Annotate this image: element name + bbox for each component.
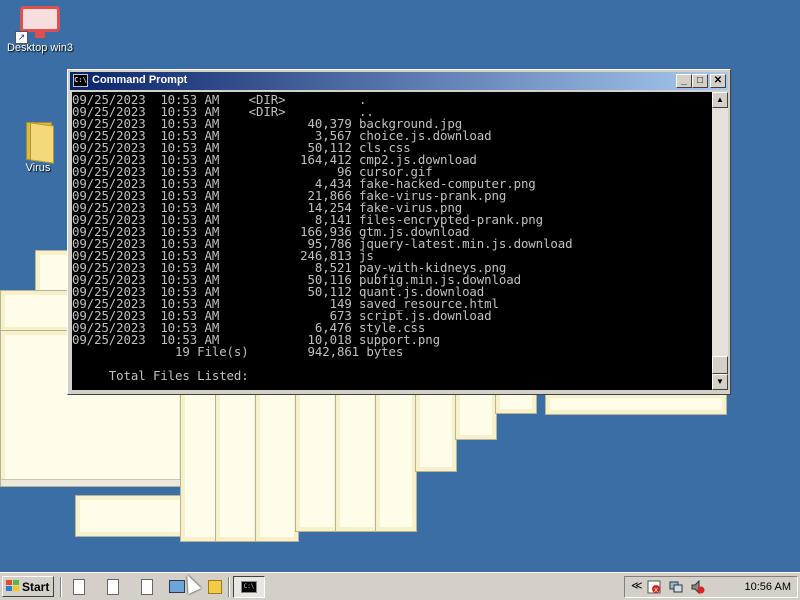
console-line: Total Files Listed: xyxy=(108,368,249,383)
popup-window[interactable] xyxy=(375,390,417,532)
scroll-down-button[interactable]: ▼ xyxy=(712,374,728,390)
vertical-scrollbar[interactable]: ▲ ▼ xyxy=(712,92,728,390)
start-label: Start xyxy=(22,580,50,594)
tray-expand-icon[interactable]: ≪ xyxy=(631,579,643,592)
svg-text:x: x xyxy=(654,586,658,594)
console-icon: C:\ xyxy=(241,581,257,593)
popup-window[interactable] xyxy=(255,390,299,542)
start-button[interactable]: Start xyxy=(2,576,54,597)
window-title: Command Prompt xyxy=(92,74,188,86)
taskbar-separator xyxy=(60,577,62,597)
command-prompt-window[interactable]: C:\ Command Prompt _ □ ✕ 09/25/2023 10:5… xyxy=(67,69,731,395)
console-text: 09/25/2023 10:53 AM <DIR> . 09/25/2023 1… xyxy=(72,92,712,382)
popup-window[interactable] xyxy=(335,390,379,532)
quicklaunch-folder[interactable] xyxy=(206,578,224,596)
folder-icon xyxy=(208,580,222,594)
console-output[interactable]: 09/25/2023 10:53 AM <DIR> . 09/25/2023 1… xyxy=(72,92,712,390)
desktop-icon-label: Desktop win3 xyxy=(6,42,74,54)
scroll-up-button[interactable]: ▲ xyxy=(712,92,728,108)
console-icon: C:\ xyxy=(73,74,88,87)
close-button[interactable]: ✕ xyxy=(710,74,726,88)
windows-flag-icon xyxy=(6,580,19,592)
folder-icon xyxy=(22,120,54,164)
taskbar: Start C:\ ≪ x 10:56 AM xyxy=(0,572,800,600)
maximize-button[interactable]: □ xyxy=(692,74,708,88)
scroll-thumb[interactable] xyxy=(712,356,728,374)
popup-window[interactable] xyxy=(455,390,497,440)
popup-window[interactable] xyxy=(215,390,259,542)
system-tray: ≪ x 10:56 AM xyxy=(624,576,798,598)
quicklaunch-document-1[interactable] xyxy=(70,578,88,596)
title-bar[interactable]: C:\ Command Prompt _ □ ✕ xyxy=(70,72,728,90)
monitor-shortcut-icon: ↗ xyxy=(15,6,63,44)
popup-window[interactable] xyxy=(545,393,727,415)
desktop-icon-desktop-win3[interactable]: ↗ Desktop win3 xyxy=(0,6,80,54)
security-alert-icon[interactable]: x xyxy=(647,580,661,594)
minimize-button[interactable]: _ xyxy=(676,74,692,88)
network-icon[interactable] xyxy=(669,580,683,594)
document-icon xyxy=(141,579,153,595)
document-icon xyxy=(107,579,119,595)
console-line: 19 File(s) 942,861 bytes xyxy=(175,344,404,359)
clock[interactable]: 10:56 AM xyxy=(745,581,791,593)
volume-muted-icon[interactable] xyxy=(691,579,705,595)
popup-window[interactable] xyxy=(295,390,339,532)
quicklaunch-document-3[interactable] xyxy=(138,578,156,596)
quicklaunch-document-2[interactable] xyxy=(104,578,122,596)
popup-window[interactable] xyxy=(415,390,457,472)
taskbar-separator xyxy=(228,577,230,597)
document-icon xyxy=(73,579,85,595)
taskbar-command-prompt[interactable]: C:\ xyxy=(233,576,265,598)
